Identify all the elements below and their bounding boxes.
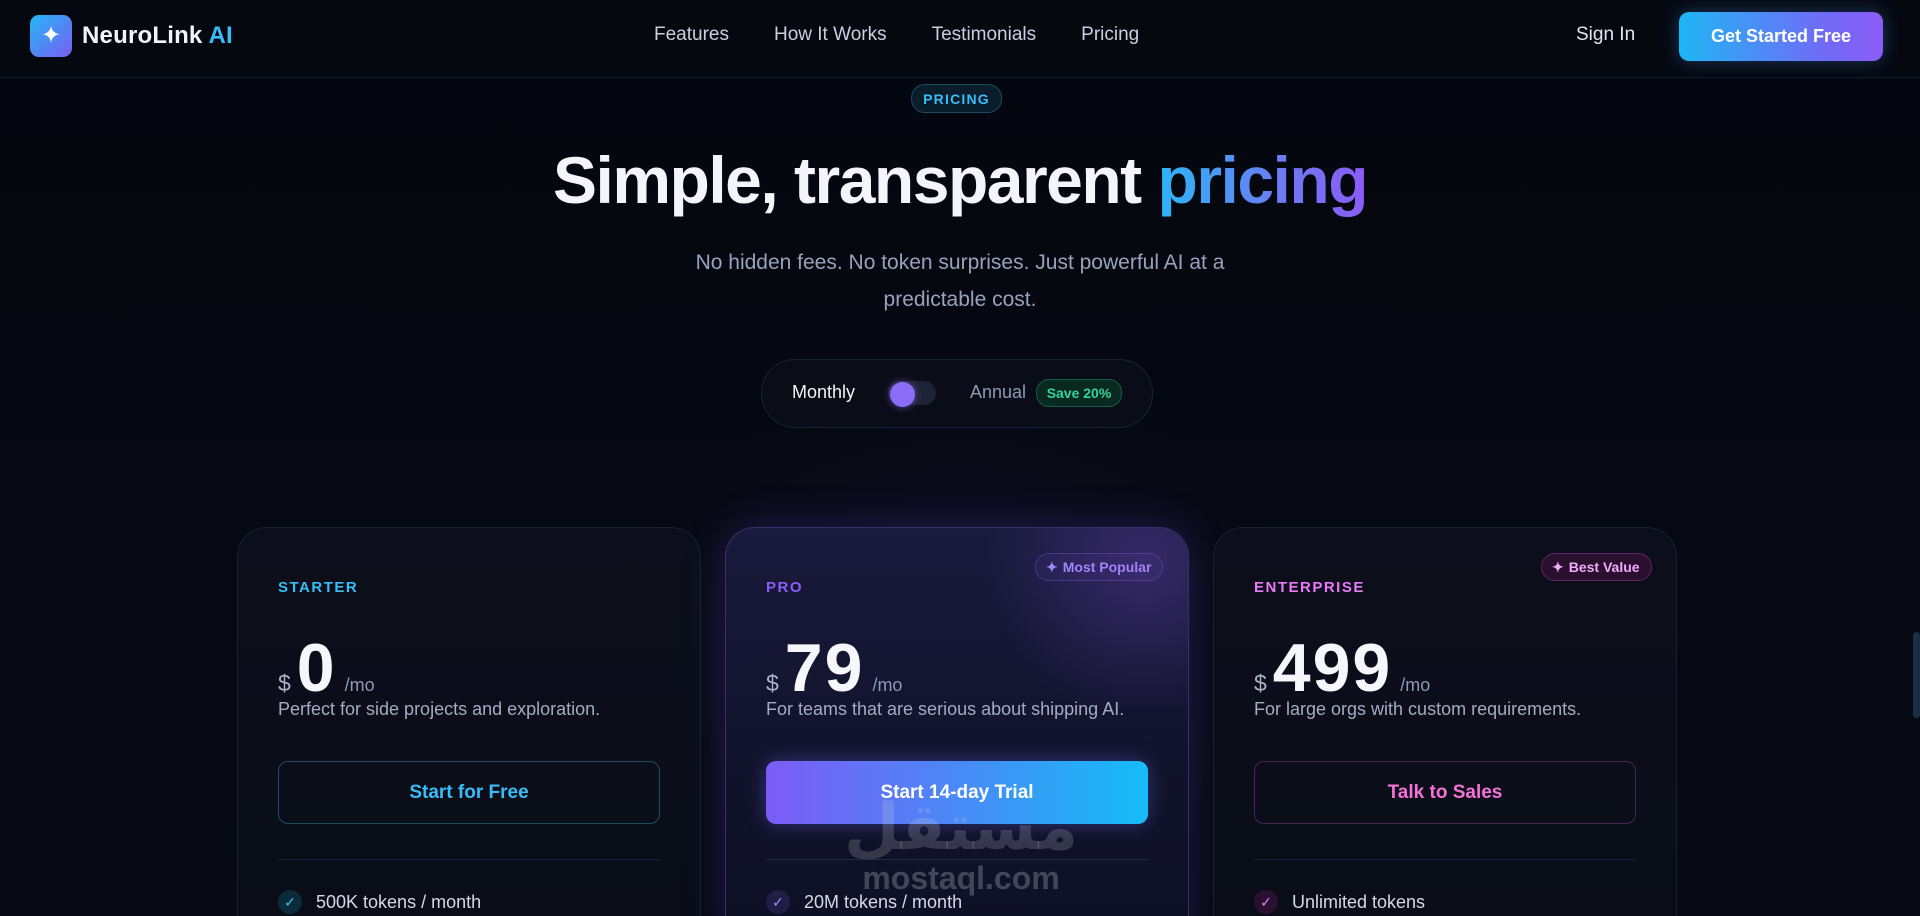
page-subtitle: No hidden fees. No token surprises. Just…: [660, 244, 1260, 318]
plan-description: For teams that are serious about shippin…: [766, 699, 1125, 719]
price-amount: 499: [1272, 630, 1393, 706]
nav-link-pricing[interactable]: Pricing: [1081, 24, 1139, 46]
best-value-badge: ✦ Best Value: [1541, 553, 1652, 581]
subtitle-line-1: No hidden fees. No token surprises. Just…: [695, 251, 1225, 274]
price-currency: $: [278, 670, 291, 696]
plan-price: $ 79 /mo: [766, 626, 902, 710]
nav-links: Features How It Works Testimonials Prici…: [654, 24, 1139, 46]
plan-price: $ 0 /mo: [278, 626, 375, 710]
feature-text: Unlimited tokens: [1292, 891, 1426, 912]
divider: [278, 859, 660, 860]
nav-link-features[interactable]: Features: [654, 24, 729, 46]
plan-tier: ENTERPRISE: [1254, 579, 1365, 596]
top-nav: ✦ NeuroLink AI Features How It Works Tes…: [0, 0, 1920, 78]
nav-link-testimonials[interactable]: Testimonials: [932, 24, 1037, 46]
sparkles-icon: ✦: [1046, 558, 1058, 575]
billing-annual-label[interactable]: Annual: [970, 382, 1026, 403]
feature-item: ✓ 500K tokens / month: [278, 890, 481, 914]
brand-name: NeuroLink AI: [82, 22, 233, 49]
start-free-button[interactable]: Start for Free: [278, 761, 660, 824]
title-accent: pricing: [1157, 143, 1369, 217]
page-title: Simple, transparent pricing: [0, 138, 1920, 222]
save-badge: Save 20%: [1036, 379, 1122, 407]
feature-item: ✓ 20M tokens / month: [766, 890, 962, 914]
plan-card-pro: ✦ Most Popular PRO $ 79 /mo For teams th…: [725, 527, 1189, 916]
brand-accent: AI: [208, 22, 233, 49]
title-main: Simple, transparent: [552, 143, 1142, 217]
check-icon: ✓: [766, 890, 790, 914]
badge-label: Most Popular: [1062, 559, 1152, 575]
divider: [766, 859, 1148, 860]
plan-description: Perfect for side projects and exploratio…: [278, 699, 601, 719]
talk-to-sales-button[interactable]: Talk to Sales: [1254, 761, 1636, 824]
plan-tier: STARTER: [278, 579, 359, 596]
check-icon: ✓: [278, 890, 302, 914]
check-icon: ✓: [1254, 890, 1278, 914]
start-trial-button[interactable]: Start 14-day Trial: [766, 761, 1148, 824]
subtitle-line-2: predictable cost.: [883, 288, 1037, 311]
toggle-knob: [890, 382, 915, 407]
nav-link-how-it-works[interactable]: How It Works: [774, 24, 887, 46]
price-currency: $: [766, 670, 779, 696]
plan-tier: PRO: [766, 579, 804, 596]
billing-toggle-group: Monthly Annual Save 20%: [761, 359, 1153, 428]
sparkles-icon: ✦: [30, 15, 72, 57]
feature-text: 500K tokens / month: [316, 891, 482, 912]
price-currency: $: [1254, 670, 1267, 696]
feature-item: ✓ Unlimited tokens: [1254, 890, 1425, 914]
plan-price: $ 499 /mo: [1254, 626, 1430, 710]
page: ✦ NeuroLink AI Features How It Works Tes…: [0, 0, 1920, 916]
badge-label: Best Value: [1568, 559, 1640, 575]
feature-text: 20M tokens / month: [804, 891, 963, 912]
billing-toggle-switch[interactable]: [888, 381, 936, 407]
billing-monthly-label[interactable]: Monthly: [792, 382, 855, 403]
sign-in-link[interactable]: Sign In: [1576, 24, 1635, 46]
price-period: /mo: [872, 675, 903, 695]
scrollbar-thumb[interactable]: [1913, 632, 1920, 718]
divider: [1254, 859, 1636, 860]
price-period: /mo: [1400, 675, 1431, 695]
plan-card-enterprise: ✦ Best Value ENTERPRISE $ 499 /mo For la…: [1213, 527, 1677, 916]
sparkles-icon: ✦: [1552, 558, 1564, 575]
price-amount: 79: [784, 630, 865, 706]
plan-card-starter: STARTER $ 0 /mo Perfect for side project…: [237, 527, 701, 916]
plan-description: For large orgs with custom requirements.: [1254, 699, 1582, 719]
pricing-eyebrow-badge: PRICING: [911, 84, 1002, 113]
get-started-button[interactable]: Get Started Free: [1679, 12, 1883, 61]
brand-logo[interactable]: ✦ NeuroLink AI: [30, 15, 233, 57]
price-period: /mo: [344, 675, 375, 695]
price-amount: 0: [296, 630, 337, 706]
most-popular-badge: ✦ Most Popular: [1035, 553, 1163, 581]
